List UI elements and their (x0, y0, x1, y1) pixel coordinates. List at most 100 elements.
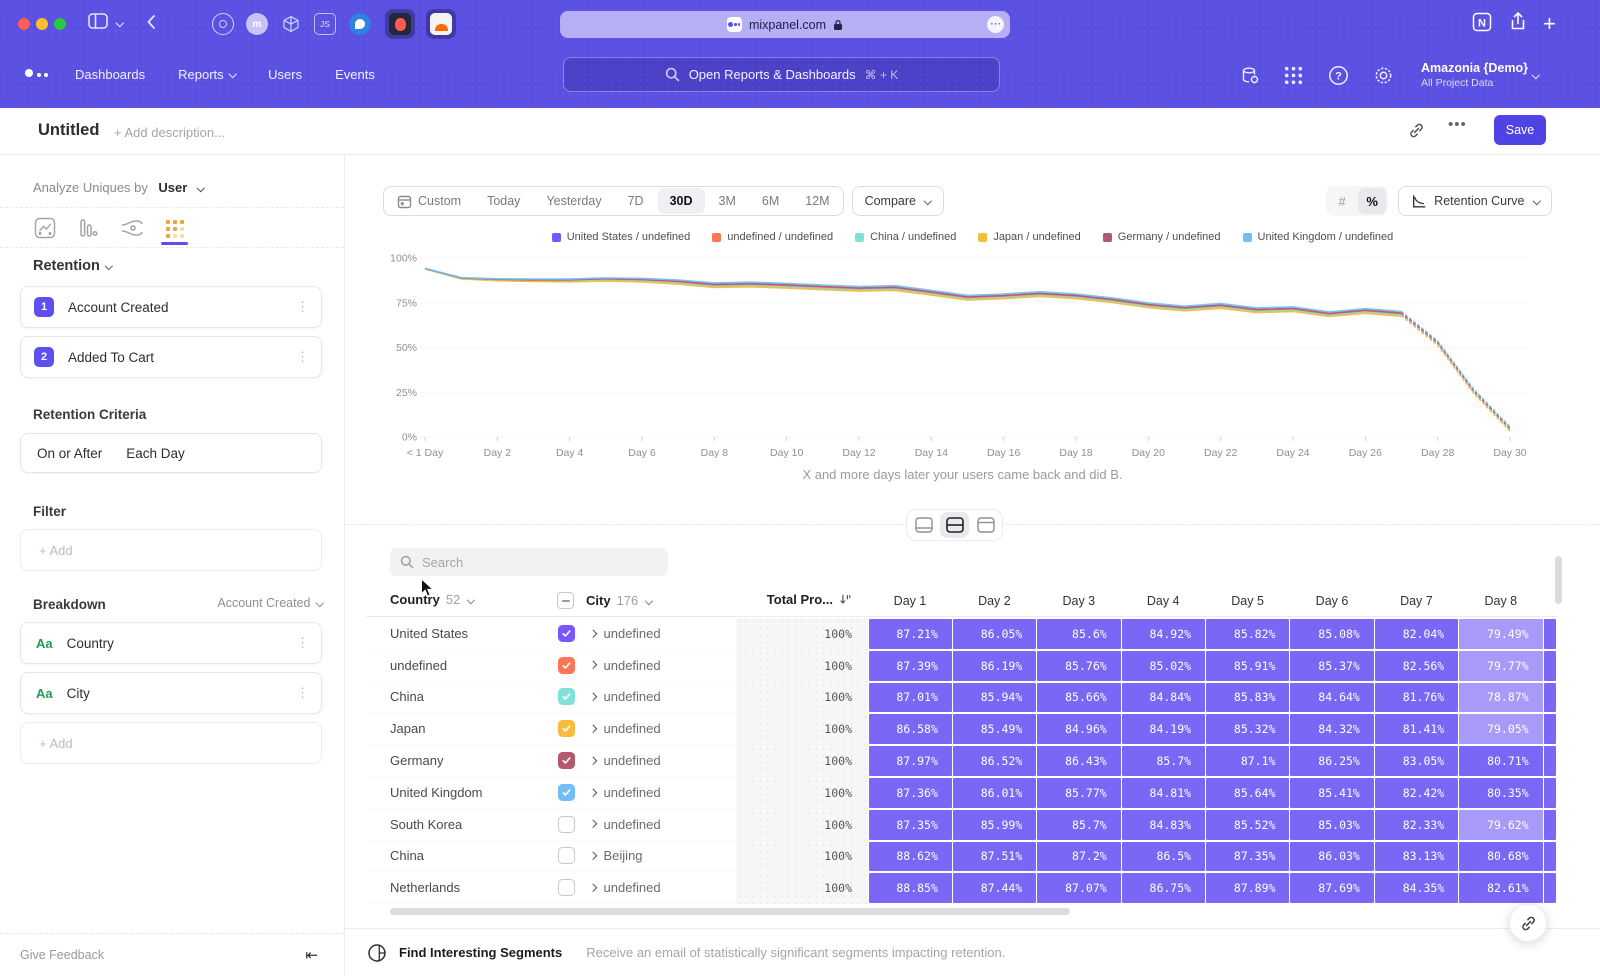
retention-value-cell[interactable]: 79.77% (1459, 651, 1542, 681)
retention-value-cell[interactable]: 86.05% (953, 619, 1036, 649)
retention-value-cell[interactable]: 87.35% (869, 810, 952, 840)
settings-gear-icon[interactable] (1373, 65, 1394, 86)
row-checkbox-checked[interactable] (558, 752, 575, 769)
vertical-scrollbar[interactable] (1555, 556, 1562, 604)
retention-value-cell[interactable]: 87.1% (1206, 746, 1289, 776)
layout-split-button[interactable] (940, 512, 969, 538)
url-more-icon[interactable]: ⋯ (987, 16, 1004, 33)
row-checkbox-checked[interactable] (558, 720, 575, 737)
retention-value-cell[interactable]: 85.64% (1206, 778, 1289, 808)
range-3m[interactable]: 3M (707, 188, 748, 214)
row-checkbox-checked[interactable] (558, 784, 575, 801)
retention-value-cell[interactable]: 87.89% (1206, 873, 1289, 903)
city-column-header[interactable]: City 176 (557, 592, 652, 609)
retention-value-cell[interactable]: 79.62% (1459, 810, 1542, 840)
retention-value-cell[interactable]: 86.03% (1290, 842, 1373, 872)
city-cell[interactable]: undefined (558, 777, 736, 809)
retention-value-cell[interactable]: 87.44% (953, 873, 1036, 903)
city-cell[interactable]: undefined (558, 872, 736, 904)
retention-value-cell[interactable]: 85.77% (1037, 778, 1120, 808)
day-header[interactable]: Day 6 (1290, 594, 1374, 608)
retention-value-cell[interactable]: 84.96% (1037, 714, 1120, 744)
add-filter-button[interactable]: + Add (20, 529, 322, 571)
retention-value-cell[interactable]: 87.2% (1037, 842, 1120, 872)
day-header[interactable]: Day 7 (1374, 594, 1458, 608)
retention-value-cell[interactable]: 85.94% (953, 683, 1036, 713)
notion-icon[interactable]: N (1472, 12, 1492, 32)
step-menu-icon[interactable]: ⋮ (296, 349, 309, 365)
retention-value-cell[interactable]: 84.35% (1375, 873, 1458, 903)
step-card-2[interactable]: 2 Added To Cart ⋮ (20, 336, 322, 378)
unit-percent-button[interactable]: % (1358, 188, 1386, 214)
nav-link-users[interactable]: Users (268, 67, 302, 82)
share-link-floating-button[interactable] (1509, 904, 1547, 942)
city-cell[interactable]: undefined (558, 809, 736, 841)
retention-value-cell[interactable]: 79.49% (1459, 619, 1542, 649)
retention-value-cell[interactable]: 82.04% (1375, 619, 1458, 649)
retention-value-cell[interactable]: 78.87% (1459, 683, 1542, 713)
expand-row-icon[interactable] (589, 852, 597, 860)
retention-value-cell[interactable]: 80.68% (1459, 842, 1542, 872)
retention-value-cell[interactable]: 86.19% (953, 651, 1036, 681)
retention-value-cell[interactable]: 85.02% (1122, 651, 1205, 681)
retention-line-chart[interactable]: 0%25%50%75%100%< 1 DayDay 2Day 4Day 6Day… (380, 250, 1545, 465)
retention-value-cell[interactable]: 85.76% (1037, 651, 1120, 681)
retention-value-cell[interactable]: 85.7% (1037, 810, 1120, 840)
retention-value-cell[interactable]: 80.35% (1459, 778, 1542, 808)
retention-value-cell[interactable]: 83.13% (1375, 842, 1458, 872)
row-checkbox-checked[interactable] (558, 625, 575, 642)
city-cell[interactable]: undefined (558, 745, 736, 777)
day-header[interactable]: Day 3 (1037, 594, 1121, 608)
retention-value-cell[interactable]: 84.81% (1122, 778, 1205, 808)
country-cell[interactable]: Netherlands (366, 872, 558, 904)
retention-value-cell[interactable]: 86.25% (1290, 746, 1373, 776)
legend-item[interactable]: Germany / undefined (1103, 231, 1221, 243)
new-tab-icon[interactable]: + (1543, 11, 1556, 37)
tab-active-soundcloud[interactable] (426, 9, 456, 39)
sidebar-toggle-icon[interactable] (88, 13, 108, 29)
retention-value-cell[interactable]: 84.32% (1290, 714, 1373, 744)
range-30d[interactable]: 30D (658, 188, 705, 214)
nav-link-events[interactable]: Events (335, 67, 375, 82)
country-cell[interactable]: South Korea (366, 809, 558, 841)
step-event-name[interactable]: Account Created (68, 300, 169, 315)
report-description-placeholder[interactable]: + Add description... (114, 125, 225, 140)
expand-row-icon[interactable] (589, 788, 597, 796)
mixpanel-logo[interactable] (24, 66, 52, 80)
retention-value-cell[interactable]: 87.97% (869, 746, 952, 776)
criteria-interval-select[interactable]: Each Day (126, 446, 185, 461)
retention-value-cell[interactable]: 82.42% (1375, 778, 1458, 808)
range-12m[interactable]: 12M (793, 188, 841, 214)
range-today[interactable]: Today (475, 188, 532, 214)
nav-link-dashboards[interactable]: Dashboards (75, 67, 145, 82)
retention-value-cell[interactable]: 85.41% (1290, 778, 1373, 808)
tab-flows[interactable] (120, 217, 144, 244)
country-cell[interactable]: China (366, 841, 558, 873)
retention-value-cell[interactable]: 87.21% (869, 619, 952, 649)
compare-button[interactable]: Compare (852, 186, 944, 216)
retention-value-cell[interactable]: 79.05% (1459, 714, 1542, 744)
copy-link-icon[interactable] (1408, 122, 1425, 144)
range-7d[interactable]: 7D (616, 188, 656, 214)
retention-value-cell[interactable]: 85.49% (953, 714, 1036, 744)
legend-item[interactable]: United States / undefined (552, 231, 691, 243)
city-cell[interactable]: undefined (558, 682, 736, 714)
retention-value-cell[interactable]: 87.07% (1037, 873, 1120, 903)
city-cell[interactable]: undefined (558, 650, 736, 682)
criteria-mode-select[interactable]: On or After (37, 446, 102, 461)
country-cell[interactable]: undefined (366, 650, 558, 682)
country-cell[interactable]: China (366, 682, 558, 714)
country-cell[interactable]: United Kingdom (366, 777, 558, 809)
retention-value-cell[interactable]: 87.35% (1206, 842, 1289, 872)
sidebar-chevron-icon[interactable] (117, 20, 123, 26)
retention-value-cell[interactable]: 87.69% (1290, 873, 1373, 903)
city-cell[interactable]: Beijing (558, 841, 736, 873)
retention-section-header[interactable]: Retention (33, 258, 111, 274)
range-yesterday[interactable]: Yesterday (534, 188, 613, 214)
report-title[interactable]: Untitled (38, 121, 99, 140)
retention-value-cell[interactable]: 85.08% (1290, 619, 1373, 649)
retention-value-cell[interactable]: 85.32% (1206, 714, 1289, 744)
day-header[interactable]: Day 5 (1206, 594, 1290, 608)
retention-value-cell[interactable]: 87.51% (953, 842, 1036, 872)
retention-value-cell[interactable]: 88.62% (869, 842, 952, 872)
